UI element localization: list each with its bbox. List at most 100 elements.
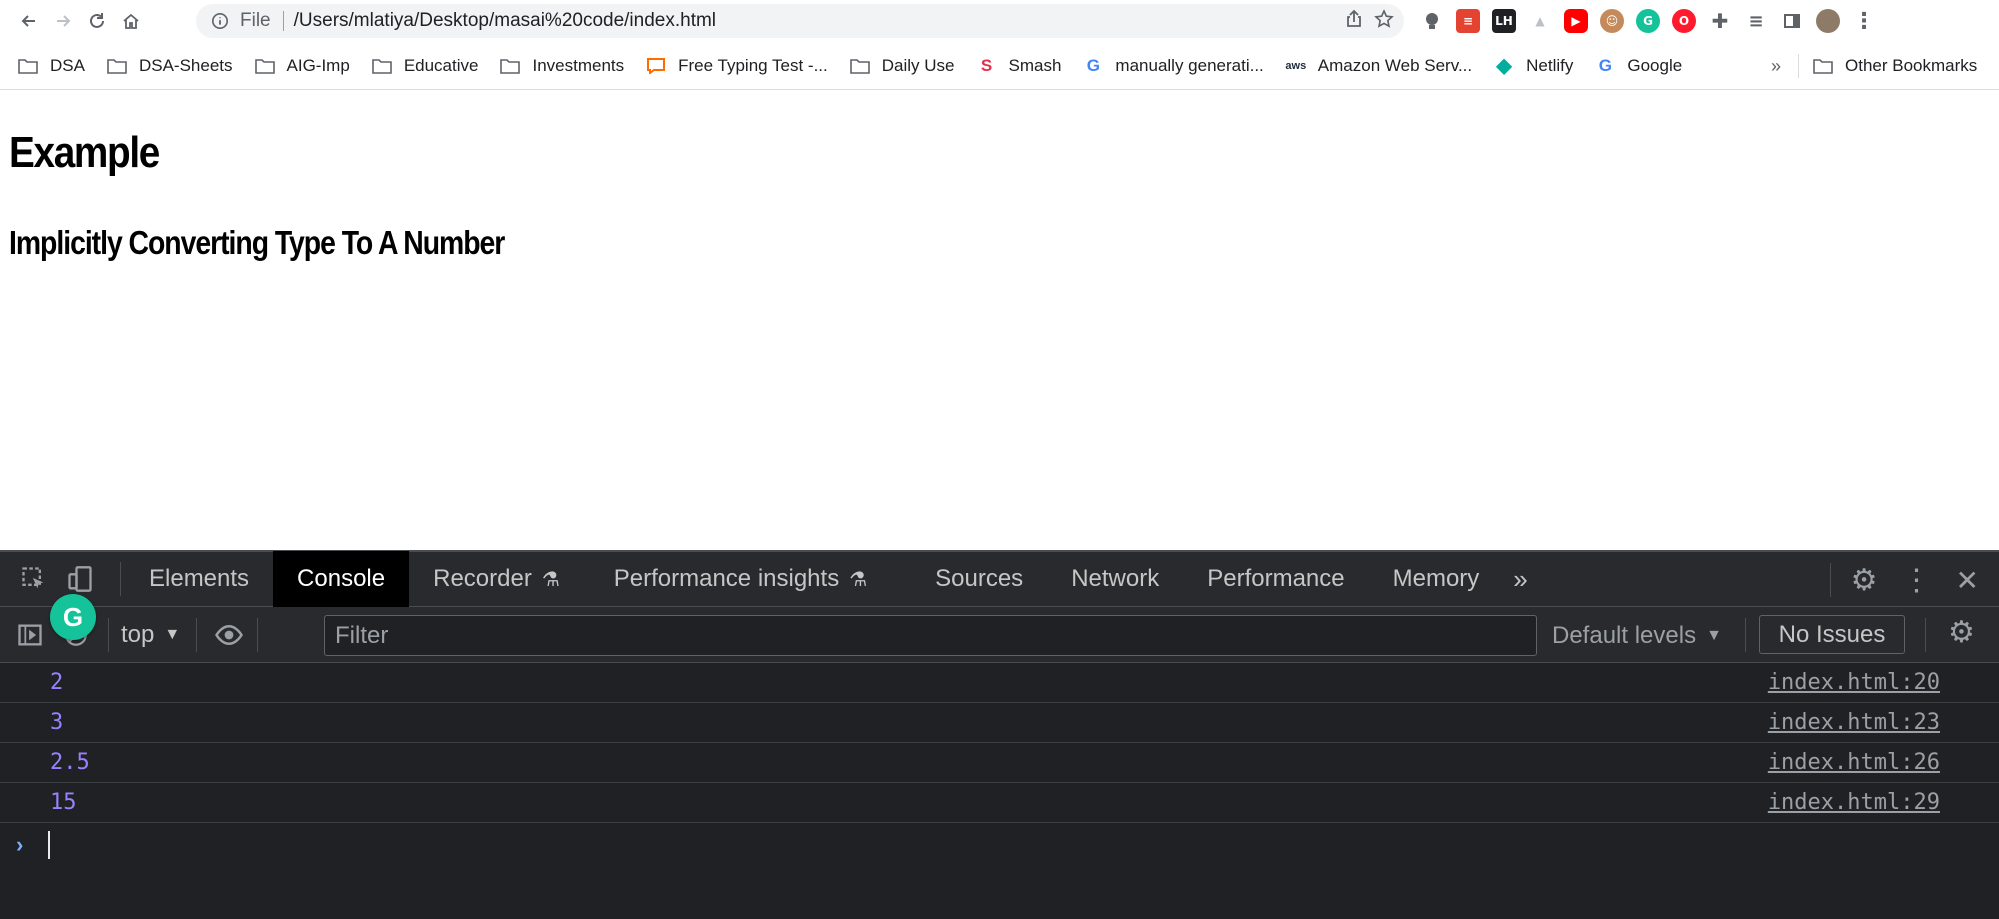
tab-elements[interactable]: Elements [125, 551, 273, 607]
log-source-link[interactable]: index.html:29 [1768, 790, 1940, 815]
opera-icon[interactable]: O [1672, 9, 1696, 33]
tab-console[interactable]: Console [273, 551, 410, 607]
settings-gear-icon[interactable]: ⚙ [1851, 563, 1878, 598]
toolbar-divider [1745, 618, 1746, 652]
grammarly-badge-icon[interactable]: G [50, 594, 96, 640]
live-expression-eye-icon[interactable] [211, 617, 247, 653]
bookmark-label: Amazon Web Serv... [1317, 55, 1473, 75]
tab-label: Elements [149, 565, 250, 592]
menu-kebab-icon[interactable]: ⋮ [1852, 9, 1876, 34]
other-bookmarks[interactable]: Other Bookmarks [1813, 42, 1977, 90]
tab-performance[interactable]: Performance [1183, 551, 1368, 607]
tab-memory[interactable]: Memory [1369, 551, 1504, 607]
star-icon[interactable] [1374, 8, 1394, 34]
folder-icon [1813, 59, 1833, 74]
bookmark-smash[interactable]: S Smash [977, 56, 1062, 76]
log-levels-dropdown[interactable]: Default levels ▼ [1552, 615, 1722, 656]
tabbar-divider [120, 562, 121, 596]
todoist-icon[interactable]: ≡ [1456, 9, 1480, 33]
bookmark-netlify[interactable]: ◆ Netlify [1494, 55, 1574, 77]
lightbulb-icon[interactable] [1420, 9, 1444, 33]
bookmarks-overflow-icon[interactable]: » [1771, 56, 1781, 77]
bookmark-label: Google [1627, 55, 1683, 75]
bookmark-dsa[interactable]: DSA [18, 56, 85, 76]
device-toolbar-icon[interactable] [62, 561, 98, 597]
flask-icon: ⚗ [541, 568, 560, 591]
info-icon[interactable] [210, 11, 230, 31]
filter-placeholder: Filter [335, 621, 389, 649]
bookmark-free-typing-test[interactable]: Free Typing Test -... [646, 56, 828, 76]
bookmark-google[interactable]: G Google [1595, 56, 1682, 76]
bookmark-dsa-sheets[interactable]: DSA-Sheets [107, 56, 233, 76]
toolbar-divider [196, 617, 198, 652]
tab-label: Recorder [433, 565, 532, 592]
playlist-icon[interactable]: ≡ [1744, 9, 1768, 33]
bookmark-label: Smash [1008, 55, 1062, 75]
text-cursor [48, 831, 50, 859]
context-selector[interactable]: top ▼ [121, 621, 180, 649]
youtube-icon[interactable]: ▶ [1564, 9, 1588, 33]
toolbar-divider [1925, 618, 1926, 652]
more-tabs-icon[interactable]: » [1503, 551, 1537, 607]
prompt-chevron-icon: › [16, 832, 24, 857]
folder-icon [372, 58, 392, 74]
log-source-link[interactable]: index.html:26 [1768, 750, 1940, 775]
filter-input[interactable]: Filter [324, 615, 1537, 656]
bookmark-label: DSA [50, 55, 85, 75]
bookmark-label: Netlify [1526, 55, 1574, 75]
bookmark-manually-generati[interactable]: G manually generati... [1083, 56, 1264, 76]
bookmark-aws[interactable]: aws Amazon Web Serv... [1285, 55, 1473, 76]
back-icon[interactable] [12, 4, 46, 38]
tab-recorder[interactable]: Recorder ⚗ [409, 551, 584, 607]
reload-icon[interactable] [80, 4, 114, 38]
puzzle-icon[interactable]: ✚ [1708, 9, 1732, 33]
bookmark-aig-imp[interactable]: AIG-Imp [254, 55, 350, 76]
grammarly-icon[interactable]: G [1636, 9, 1660, 33]
page-title: Example [9, 128, 160, 177]
tab-label: Network [1071, 565, 1160, 592]
bookmarks-divider [1798, 54, 1799, 78]
sidebar-toggle-icon[interactable] [12, 617, 48, 653]
folder-icon [500, 58, 521, 74]
share-icon[interactable] [1344, 9, 1364, 34]
bookmark-label: AIG-Imp [286, 55, 350, 75]
folder-icon [849, 58, 870, 74]
console-prompt[interactable]: › [0, 823, 1999, 867]
devtools-tabbar: Elements Console Recorder ⚗ Performance i… [0, 550, 1999, 607]
home-icon[interactable] [114, 4, 148, 38]
bookmark-investments[interactable]: Investments [500, 56, 624, 76]
folder-icon [107, 58, 127, 74]
avatar[interactable] [1816, 9, 1840, 33]
forward-icon[interactable] [46, 4, 80, 38]
inspect-element-icon[interactable] [16, 561, 52, 597]
face-icon[interactable]: ☺ [1600, 9, 1624, 33]
issues-label: No Issues [1778, 620, 1886, 648]
flask-icon: ⚗ [849, 568, 868, 591]
bookmark-label: DSA-Sheets [138, 55, 233, 75]
sidepanel-icon[interactable] [1780, 9, 1804, 33]
tab-sources[interactable]: Sources [911, 551, 1047, 607]
console-settings-gear-icon[interactable]: ⚙ [1948, 615, 1975, 650]
url-text[interactable]: /Users/mlatiya/Desktop/masai%20code/inde… [294, 10, 716, 32]
bookmark-label: Daily Use [881, 55, 955, 75]
drive-icon[interactable]: ▲ [1528, 9, 1552, 33]
tab-network[interactable]: Network [1047, 551, 1183, 607]
scheme-label: File [240, 10, 271, 31]
console-message: 2 index.html:20 [0, 663, 1999, 703]
console-message: 2.5 index.html:26 [0, 743, 1999, 783]
bookmark-educative[interactable]: Educative [372, 56, 478, 76]
log-source-link[interactable]: index.html:20 [1768, 670, 1940, 695]
close-icon[interactable]: ✕ [1956, 564, 1979, 597]
netlify-icon: ◆ [1496, 55, 1512, 77]
address-bar[interactable]: File /Users/mlatiya/Desktop/masai%20code… [196, 4, 1404, 38]
console-toolbar: top ▼ Filter Default levels ▼ No Issues … [0, 607, 1999, 663]
issues-button[interactable]: No Issues [1759, 615, 1905, 654]
bookmark-daily-use[interactable]: Daily Use [849, 55, 955, 76]
tab-label: Console [297, 565, 386, 592]
kebab-menu-icon[interactable]: ⋮ [1902, 563, 1932, 598]
lighthouse-icon[interactable]: LH [1492, 9, 1516, 33]
log-source-link[interactable]: index.html:23 [1768, 710, 1940, 735]
folder-icon [18, 58, 38, 74]
tab-performance-insights[interactable]: Performance insights ⚗ [590, 551, 891, 607]
tab-label: Performance [1207, 565, 1345, 592]
